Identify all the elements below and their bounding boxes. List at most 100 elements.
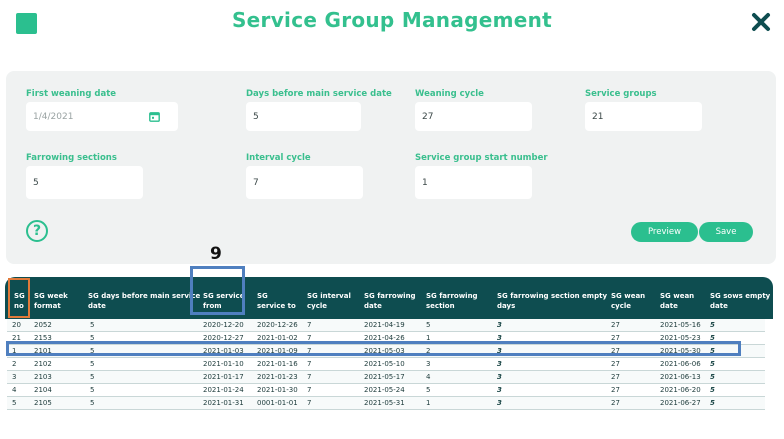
cell-sg-wean-date: 2021-06-27 (660, 399, 701, 407)
days-before-main-service-date-input[interactable]: 5 (246, 102, 361, 131)
cell-sg-wean-cycle: 27 (611, 386, 620, 394)
cell-sg-days-before: 5 (90, 321, 95, 329)
cell-sg-farrowing-date: 2021-04-19 (364, 321, 405, 329)
cell-sg-days-before: 5 (90, 373, 95, 381)
cell-sg-farrowing-section: 4 (426, 373, 431, 381)
service-group-start-number-value: 1 (422, 177, 428, 188)
cell-sg-interval-cycle: 7 (307, 399, 312, 407)
cell-sg-farrowing-section-empty-days: 3 (497, 360, 502, 368)
cell-sg-service-from: 2021-01-24 (203, 386, 244, 394)
cell-sg-wean-cycle: 27 (611, 373, 620, 381)
annotation-highlight-row (6, 341, 741, 356)
days-before-main-service-date-value: 5 (253, 111, 259, 122)
cell-sg-service-from: 2021-01-10 (203, 360, 244, 368)
cell-sg-no: 4 (12, 386, 17, 394)
service-groups-input[interactable]: 21 (585, 102, 702, 131)
cell-sg-wean-cycle: 27 (611, 399, 620, 407)
cell-sg-farrowing-date: 2021-05-31 (364, 399, 405, 407)
service-groups-value: 21 (592, 111, 604, 122)
cell-sg-week-format: 2103 (34, 373, 52, 381)
annotation-step-number: 9 (210, 244, 222, 264)
service-group-start-number-label: Service group start number (415, 153, 548, 163)
save-button[interactable]: Save (699, 222, 753, 242)
table-row[interactable]: 20 2052 5 2020-12-20 2020-12-26 7 2021-04-19 5 3… (7, 319, 765, 332)
cell-sg-wean-cycle: 27 (611, 321, 620, 329)
farrowing-sections-label: Farrowing sections (26, 153, 117, 163)
col-header-sg-days-before-main-service-date: SG days before main service date (88, 292, 201, 310)
cell-sg-wean-date: 2021-06-06 (660, 360, 701, 368)
farrowing-sections-field: Farrowing sections 5 (26, 153, 143, 199)
page-title: Service Group Management (231, 8, 553, 32)
interval-cycle-label: Interval cycle (246, 153, 311, 163)
cell-sg-service-to: 2021-01-30 (257, 386, 298, 394)
close-icon (752, 13, 770, 31)
cell-sg-days-before: 5 (90, 386, 95, 394)
cell-sg-interval-cycle: 7 (307, 321, 312, 329)
first-weaning-date-value: 1/4/2021 (33, 111, 74, 122)
interval-cycle-value: 7 (253, 177, 259, 188)
cell-sg-sows-empty-date: 5 (710, 321, 715, 329)
cell-sg-farrowing-section-empty-days: 3 (497, 399, 502, 407)
cell-sg-wean-date: 2021-06-13 (660, 373, 701, 381)
table-row[interactable]: 2 2102 5 2021-01-10 2021-01-16 7 2021-05-10 3 3 2… (7, 358, 765, 371)
calendar-icon[interactable] (149, 111, 160, 122)
col-header-sg-wean-date: SG wean date (660, 292, 695, 310)
cell-sg-wean-date: 2021-05-16 (660, 321, 701, 329)
cell-sg-farrowing-date: 2021-05-24 (364, 386, 405, 394)
cell-sg-farrowing-section-empty-days: 3 (497, 386, 502, 394)
cell-sg-interval-cycle: 7 (307, 360, 312, 368)
cell-sg-days-before: 5 (90, 360, 95, 368)
first-weaning-date-input[interactable]: 1/4/2021 (26, 102, 178, 131)
first-weaning-date-field: First weaning date 1/4/2021 (26, 89, 178, 131)
interval-cycle-field: Interval cycle 7 (246, 153, 363, 199)
cell-sg-service-to: 2020-12-26 (257, 321, 298, 329)
col-header-sg-wean-cycle: SG wean cycle (611, 292, 646, 310)
cell-sg-farrowing-section: 3 (426, 360, 431, 368)
days-before-main-service-date-label: Days before main service date (246, 89, 392, 99)
annotation-highlight-sg-no (8, 278, 30, 318)
close-button[interactable] (749, 10, 773, 34)
cell-sg-week-format: 2104 (34, 386, 52, 394)
col-header-sg-sows-empty-date: SG sows empty date (710, 292, 771, 310)
help-button[interactable]: ? (26, 220, 48, 242)
cell-sg-farrowing-section: 1 (426, 399, 431, 407)
cell-sg-no: 2 (12, 360, 17, 368)
cell-sg-no: 5 (12, 399, 17, 407)
cell-sg-service-to: 2021-01-16 (257, 360, 298, 368)
cell-sg-wean-date: 2021-06-20 (660, 386, 701, 394)
cell-sg-service-from: 2020-12-20 (203, 321, 244, 329)
cell-sg-wean-cycle: 27 (611, 360, 620, 368)
weaning-cycle-input[interactable]: 27 (415, 102, 532, 131)
cell-sg-days-before: 5 (90, 399, 95, 407)
cell-sg-farrowing-date: 2021-05-10 (364, 360, 405, 368)
cell-sg-week-format: 2052 (34, 321, 52, 329)
col-header-sg-farrowing-section: SG farrowing section (426, 292, 478, 310)
col-header-sg-farrowing-date: SG farrowing date (364, 292, 416, 310)
service-group-start-number-input[interactable]: 1 (415, 166, 532, 199)
cell-sg-service-to: 0001-01-01 (257, 399, 298, 407)
col-header-sg-week-format: SG week format (34, 292, 68, 310)
weaning-cycle-field: Weaning cycle 27 (415, 89, 532, 131)
col-header-sg-farrowing-section-empty-days: SG farrowing section empty days (497, 292, 608, 310)
preview-button[interactable]: Preview (631, 222, 698, 242)
cell-sg-farrowing-section: 5 (426, 321, 431, 329)
farrowing-sections-input[interactable]: 5 (26, 166, 143, 199)
cell-sg-service-to: 2021-01-23 (257, 373, 298, 381)
table-row[interactable]: 3 2103 5 2021-01-17 2021-01-23 7 2021-05-17 4 3 2… (7, 371, 765, 384)
table-row[interactable]: 4 2104 5 2021-01-24 2021-01-30 7 2021-05-24 5 3 2… (7, 384, 765, 397)
table-body: 20 2052 5 2020-12-20 2020-12-26 7 2021-04-19 5 3… (7, 319, 765, 410)
cell-sg-interval-cycle: 7 (307, 386, 312, 394)
days-before-main-service-date-field: Days before main service date 5 (246, 89, 392, 131)
question-mark-icon: ? (32, 223, 42, 239)
cell-sg-week-format: 2105 (34, 399, 52, 407)
interval-cycle-input[interactable]: 7 (246, 166, 363, 199)
service-group-start-number-field: Service group start number 1 (415, 153, 548, 199)
table-header: SG no SG week format SG days before main… (5, 277, 773, 319)
cell-sg-sows-empty-date: 5 (710, 386, 715, 394)
cell-sg-no: 3 (12, 373, 17, 381)
cell-sg-farrowing-section-empty-days: 3 (497, 373, 502, 381)
table-row[interactable]: 5 2105 5 2021-01-31 0001-01-01 7 2021-05-31 1 3 2… (7, 397, 765, 410)
col-header-sg-interval-cycle: SG interval cycle (307, 292, 351, 310)
cell-sg-farrowing-date: 2021-05-17 (364, 373, 405, 381)
service-groups-label: Service groups (585, 89, 657, 99)
